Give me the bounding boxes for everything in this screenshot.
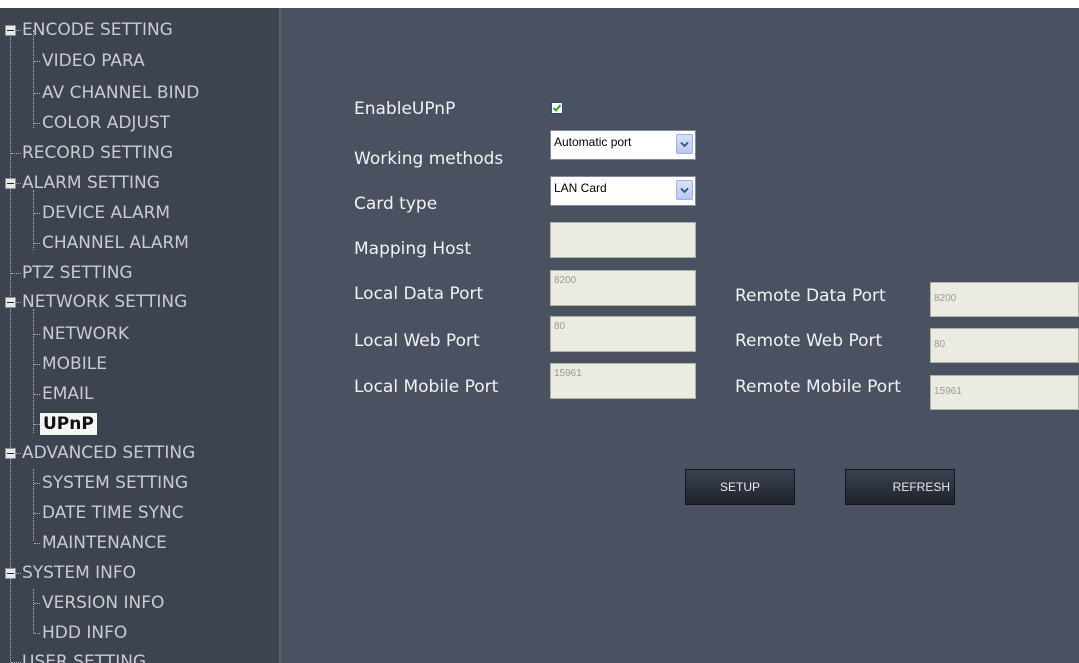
tree-item-label: ENCODE SETTING: [22, 20, 173, 40]
tree-item-label: VIDEO PARA: [42, 51, 145, 71]
working-methods-value: Automatic port: [554, 135, 632, 149]
dropdown-button[interactable]: [676, 134, 693, 154]
tree-item-maintenance[interactable]: MAINTENANCE: [0, 530, 279, 556]
tree-item-label: ADVANCED SETTING: [22, 443, 196, 463]
setup-button[interactable]: SETUP: [685, 469, 795, 505]
collapse-icon[interactable]: [5, 178, 16, 189]
tree-item-hdd-info[interactable]: HDD INFO: [0, 620, 279, 646]
tree-item-label: EMAIL: [42, 384, 94, 404]
tree-item-encode-setting[interactable]: ENCODE SETTING: [0, 17, 279, 43]
working-methods-label: Working methods: [354, 149, 504, 169]
working-methods-select[interactable]: Automatic port: [550, 130, 696, 160]
tree-item-label: MOBILE: [42, 354, 107, 374]
tree-item-label: NETWORK SETTING: [22, 292, 188, 312]
settings-tree: ENCODE SETTING VIDEO PARA AV CHANNEL BIN…: [0, 8, 281, 663]
tree-item-label: VERSION INFO: [42, 593, 165, 613]
tree-item-label: ALARM SETTING: [22, 173, 160, 193]
local-mobile-port-label: Local Mobile Port: [354, 377, 499, 397]
tree-item-advanced-setting[interactable]: ADVANCED SETTING: [0, 440, 279, 466]
collapse-icon[interactable]: [5, 448, 16, 459]
tree-item-label: HDD INFO: [42, 623, 128, 643]
tree-item-label: CHANNEL ALARM: [42, 233, 189, 253]
tree-item-record-setting[interactable]: RECORD SETTING: [0, 140, 279, 166]
tree-item-label: DATE TIME SYNC: [42, 503, 184, 523]
remote-data-port-label: Remote Data Port: [735, 286, 886, 306]
tree-item-email[interactable]: EMAIL: [0, 381, 279, 407]
chevron-down-icon: [680, 141, 689, 148]
tree-item-device-alarm[interactable]: DEVICE ALARM: [0, 200, 279, 226]
tree-item-label: USER SETTING: [22, 652, 147, 663]
tree-item-alarm-setting[interactable]: ALARM SETTING: [0, 170, 279, 196]
tree-item-video-para[interactable]: VIDEO PARA: [0, 48, 279, 74]
local-mobile-port-field[interactable]: 15961: [550, 363, 696, 399]
chevron-down-icon: [680, 187, 689, 194]
tree-item-label: AV CHANNEL BIND: [42, 83, 200, 103]
remote-web-port-label: Remote Web Port: [735, 331, 883, 351]
local-data-port-field[interactable]: 8200: [550, 270, 696, 306]
dropdown-button[interactable]: [676, 180, 693, 200]
enable-upnp-checkbox[interactable]: [551, 102, 563, 114]
tree-item-label: MAINTENANCE: [42, 533, 167, 553]
tree-item-label: SYSTEM INFO: [22, 563, 137, 583]
collapse-icon[interactable]: [5, 568, 16, 579]
local-web-port-field[interactable]: 80: [550, 316, 696, 352]
mapping-host-label: Mapping Host: [354, 239, 472, 259]
remote-mobile-port-label: Remote Mobile Port: [735, 377, 901, 397]
card-type-select[interactable]: LAN Card: [550, 176, 696, 206]
refresh-button[interactable]: REFRESH: [845, 469, 955, 505]
tree-item-version-info[interactable]: VERSION INFO: [0, 590, 279, 616]
tree-item-upnp[interactable]: UPnP: [0, 411, 279, 437]
tree-item-channel-alarm[interactable]: CHANNEL ALARM: [0, 230, 279, 256]
tree-item-ptz-setting[interactable]: PTZ SETTING: [0, 260, 279, 286]
tree-item-label: COLOR ADJUST: [42, 113, 171, 133]
local-web-port-label: Local Web Port: [354, 331, 480, 351]
tree-item-label-selected: UPnP: [40, 413, 97, 435]
collapse-icon[interactable]: [5, 297, 16, 308]
mapping-host-field[interactable]: [550, 222, 696, 258]
remote-mobile-port-field[interactable]: 15961: [930, 375, 1079, 410]
upnp-settings-panel: EnableUPnP Working methods Automatic por…: [281, 8, 1079, 663]
tree-item-label: NETWORK: [42, 324, 129, 344]
remote-data-port-field[interactable]: 8200: [930, 282, 1079, 317]
tree-item-label: PTZ SETTING: [22, 263, 133, 283]
tree-item-system-info[interactable]: SYSTEM INFO: [0, 560, 279, 586]
tree-item-label: DEVICE ALARM: [42, 203, 171, 223]
card-type-label: Card type: [354, 194, 438, 214]
check-icon: [552, 104, 562, 112]
tree-item-user-setting[interactable]: USER SETTING: [0, 649, 279, 663]
tree-item-network[interactable]: NETWORK: [0, 321, 279, 347]
enable-upnp-label: EnableUPnP: [354, 99, 456, 119]
tree-item-date-time-sync[interactable]: DATE TIME SYNC: [0, 500, 279, 526]
tree-item-network-setting[interactable]: NETWORK SETTING: [0, 289, 279, 315]
tree-item-mobile[interactable]: MOBILE: [0, 351, 279, 377]
tree-item-label: RECORD SETTING: [22, 143, 174, 163]
tree-item-av-channel-bind[interactable]: AV CHANNEL BIND: [0, 80, 279, 106]
card-type-value: LAN Card: [554, 181, 607, 195]
remote-web-port-field[interactable]: 80: [930, 328, 1079, 363]
tree-item-system-setting[interactable]: SYSTEM SETTING: [0, 470, 279, 496]
local-data-port-label: Local Data Port: [354, 284, 484, 304]
collapse-icon[interactable]: [5, 25, 16, 36]
tree-item-label: SYSTEM SETTING: [42, 473, 189, 493]
tree-item-color-adjust[interactable]: COLOR ADJUST: [0, 110, 279, 136]
